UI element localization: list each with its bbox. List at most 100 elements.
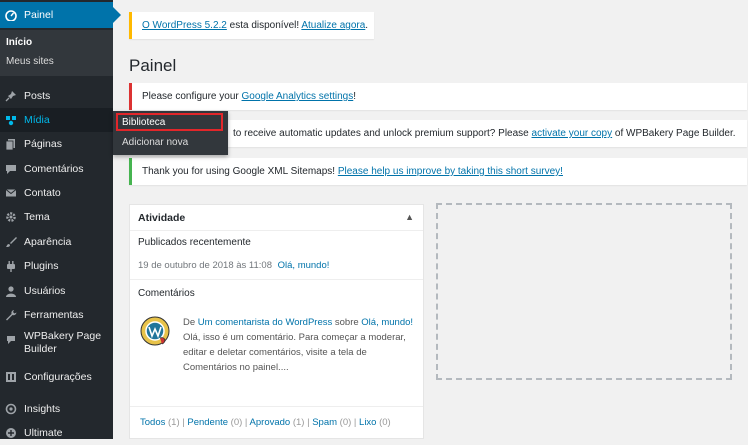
sidebar-item-label: Mídia bbox=[24, 114, 50, 126]
activity-header[interactable]: Atividade ▲ bbox=[130, 205, 423, 231]
mail-icon bbox=[5, 187, 17, 199]
wrench-icon bbox=[5, 309, 17, 321]
sidebar-item-label: Plugins bbox=[24, 260, 59, 272]
update-notice: O WordPress 5.2.2 esta disponível! Atual… bbox=[129, 12, 374, 39]
sitemaps-notice: Thank you for using Google XML Sitemaps!… bbox=[129, 158, 747, 185]
sidebar-item-label: Ultimate bbox=[24, 427, 63, 439]
filter-count: (0) bbox=[228, 417, 243, 428]
sidebar-item-wpbakery[interactable]: WPBakery Page Builder bbox=[0, 330, 113, 362]
filter-todos[interactable]: Todos bbox=[140, 417, 165, 428]
sidebar-item-label-2: Builder bbox=[24, 343, 57, 355]
comment-post-link[interactable]: Olá, mundo! bbox=[361, 317, 413, 328]
sidebar-item-tema[interactable]: Tema bbox=[0, 205, 113, 229]
wpbakery-notice-end: of WPBakery Page Builder. bbox=[612, 128, 736, 139]
analytics-notice-text: Please configure your bbox=[142, 91, 242, 102]
sidebar-item-usuarios[interactable]: Usuários bbox=[0, 279, 113, 303]
settings-icon bbox=[5, 371, 17, 383]
sidebar-item-paginas[interactable]: Páginas bbox=[0, 132, 113, 156]
sidebar-item-label: Ferramentas bbox=[24, 309, 84, 321]
divider bbox=[130, 406, 423, 407]
sidebar-submenu: Início Meus sites bbox=[0, 30, 113, 76]
filter-count: (0) bbox=[376, 417, 391, 428]
gear-icon bbox=[5, 211, 17, 223]
update-now-link[interactable]: Atualize agora bbox=[301, 20, 365, 31]
flyout-item-biblioteca[interactable]: Biblioteca bbox=[122, 117, 165, 128]
comment-author-link[interactable]: Um comentarista do WordPress bbox=[198, 317, 332, 328]
sidebar-item-ultimate[interactable]: Ultimate bbox=[0, 421, 113, 445]
filter-lixo[interactable]: Lixo bbox=[359, 417, 376, 428]
sidebar-item-ferramentas[interactable]: Ferramentas bbox=[0, 303, 113, 327]
sidebar-item-plugins[interactable]: Plugins bbox=[0, 254, 113, 278]
media-icon bbox=[5, 114, 17, 126]
sidebar-item-label: Contato bbox=[24, 187, 61, 199]
recent-post-date: 19 de outubro de 2018 às 11:08 bbox=[138, 260, 272, 271]
comment-line-2: editar e deletar comentários, visite a t… bbox=[183, 347, 367, 358]
sidebar-item-comentarios[interactable]: Comentários bbox=[0, 157, 113, 181]
recent-post-row: 19 de outubro de 2018 às 11:08 Olá, mund… bbox=[138, 260, 329, 271]
analytics-notice-end: ! bbox=[353, 91, 357, 102]
plugin-icon bbox=[5, 260, 17, 272]
sidebar-item-contato[interactable]: Contato bbox=[0, 181, 113, 205]
activity-widget: Atividade ▲ Publicados recentemente 19 d… bbox=[129, 204, 424, 439]
pin-icon bbox=[5, 90, 17, 102]
pages-icon bbox=[5, 138, 17, 150]
wpbakery-notice-text: to receive automatic updates and unlock … bbox=[233, 128, 532, 139]
current-arrow bbox=[113, 7, 121, 23]
sidebar-item-aparencia[interactable]: Aparência bbox=[0, 230, 113, 254]
comment-line-1: Olá, isso é um comentário. Para começar … bbox=[183, 332, 406, 343]
survey-link[interactable]: Please help us improve by taking this sh… bbox=[338, 166, 563, 177]
brush-icon bbox=[5, 236, 17, 248]
ultimate-icon bbox=[5, 427, 17, 439]
user-icon bbox=[5, 285, 17, 297]
submenu-meus-sites[interactable]: Meus sites bbox=[6, 56, 54, 67]
filter-count: (1) bbox=[165, 417, 180, 428]
sidebar-item-label: Insights bbox=[24, 403, 61, 415]
widget-drop-zone[interactable] bbox=[436, 203, 732, 380]
activate-copy-link[interactable]: activate your copy bbox=[532, 128, 613, 139]
sidebar-item-label: Usuários bbox=[24, 285, 66, 297]
comment-item: De Um comentarista do WordPress sobre Ol… bbox=[183, 315, 423, 375]
submenu-inicio[interactable]: Início bbox=[6, 37, 32, 48]
sidebar-item-label: Aparência bbox=[24, 236, 72, 248]
recent-heading: Publicados recentemente bbox=[138, 237, 251, 248]
sidebar-item-label: Painel bbox=[24, 9, 54, 21]
wpbakery-icon bbox=[5, 333, 17, 345]
sidebar-item-insights[interactable]: Insights bbox=[0, 397, 113, 421]
sidebar-item-midia[interactable]: Mídia bbox=[0, 108, 113, 132]
comment-filters: Todos (1) | Pendente (0) | Aprovado (1) … bbox=[140, 417, 391, 428]
sidebar-item-posts[interactable]: Posts bbox=[0, 84, 113, 108]
comments-icon bbox=[5, 163, 17, 175]
sidebar-item-label: Configurações bbox=[24, 371, 92, 383]
comment-on: sobre bbox=[332, 317, 362, 328]
avatar bbox=[140, 316, 170, 346]
wordpress-version-link[interactable]: O WordPress 5.2.2 bbox=[142, 20, 227, 31]
sidebar-item-label: Comentários bbox=[24, 163, 84, 175]
sidebar-item-label: Tema bbox=[24, 211, 50, 223]
media-flyout-menu: Biblioteca Adicionar nova bbox=[113, 111, 228, 155]
insights-icon bbox=[5, 403, 17, 415]
sidebar-item-configuracoes[interactable]: Configurações bbox=[0, 365, 113, 389]
divider bbox=[130, 279, 423, 280]
sidebar-item-label: Páginas bbox=[24, 138, 62, 150]
admin-sidebar: Painel Início Meus sites Posts Mídia Pág… bbox=[0, 0, 121, 439]
filter-pendente[interactable]: Pendente bbox=[187, 417, 228, 428]
comment-line-3: Comentários no painel.... bbox=[183, 362, 289, 373]
filter-aprovado[interactable]: Aprovado bbox=[250, 417, 291, 428]
collapse-toggle-icon[interactable]: ▲ bbox=[405, 212, 414, 222]
analytics-settings-link[interactable]: Google Analytics settings bbox=[242, 91, 354, 102]
recent-post-link[interactable]: Olá, mundo! bbox=[278, 260, 330, 271]
filter-separator: | bbox=[242, 417, 250, 428]
update-notice-end: . bbox=[365, 20, 369, 31]
analytics-notice: Please configure your Google Analytics s… bbox=[129, 83, 747, 110]
sidebar-item-label: WPBakery Page bbox=[24, 330, 102, 342]
activity-title: Atividade bbox=[138, 212, 186, 224]
comments-heading: Comentários bbox=[138, 288, 195, 299]
filter-count: (1) bbox=[290, 417, 305, 428]
filter-separator: | bbox=[351, 417, 360, 428]
filter-spam[interactable]: Spam bbox=[312, 417, 337, 428]
comment-prefix: De bbox=[183, 317, 198, 328]
sidebar-item-painel[interactable]: Painel bbox=[0, 2, 121, 28]
flyout-item-adicionar-nova[interactable]: Adicionar nova bbox=[122, 137, 188, 148]
dashboard-icon bbox=[5, 9, 17, 21]
sitemaps-notice-text: Thank you for using Google XML Sitemaps! bbox=[142, 166, 338, 177]
